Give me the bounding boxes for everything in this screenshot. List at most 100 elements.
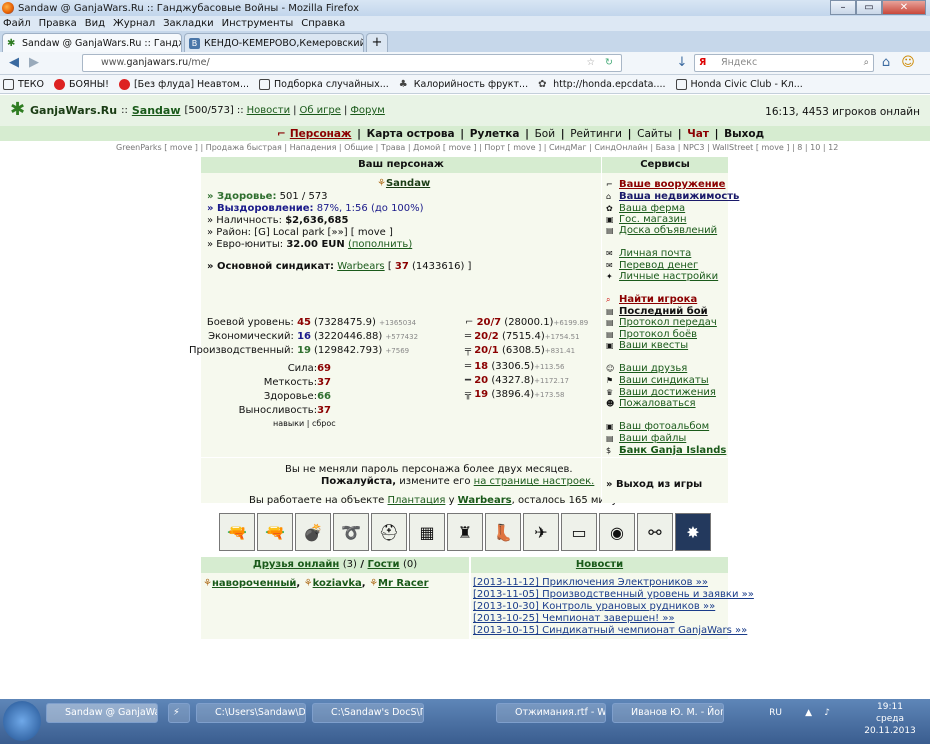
service-files[interactable]: ▤ Ваши файлы xyxy=(606,433,686,444)
address-bar[interactable]: www.ganjawars.ru/me/ ☆ ↻ xyxy=(82,54,622,72)
service-shop[interactable]: ▣ Гос. магазин xyxy=(606,214,686,225)
phone-icon[interactable]: ▭ xyxy=(561,513,597,551)
clock[interactable]: 19:11 среда 20.11.2013 xyxy=(860,701,920,737)
network-icon[interactable]: ▲ xyxy=(805,707,812,719)
taskbar-firefox[interactable]: Sandaw @ GanjaWar... xyxy=(46,703,158,723)
service-report[interactable]: ☻ Пожаловаться xyxy=(606,398,696,409)
friends-online-link[interactable]: Друзья онлайн xyxy=(253,559,339,570)
taskbar-explorer-2[interactable]: C:\Sandaw's DocS\Г... xyxy=(312,703,424,723)
bookmark-item[interactable]: ✿ http://honda.epcdata.... xyxy=(538,79,665,90)
bookmark-item[interactable]: Honda Civic Club - Кл... xyxy=(675,78,803,90)
tab-kendo[interactable]: B КЕНДО-КЕМЕРОВО,Кемеровский к... ✕ xyxy=(184,33,364,52)
search-input[interactable]: Я Яндекс ⌕ xyxy=(694,54,874,72)
user-link[interactable]: Sandaw xyxy=(132,104,181,117)
menu-ratings[interactable]: Рейтинги xyxy=(570,128,622,140)
menu-exit[interactable]: Выход xyxy=(724,128,764,140)
gun-icon[interactable]: 🔫 xyxy=(257,513,293,551)
service-last-battle[interactable]: ▤ Последний бой xyxy=(606,306,708,317)
menu-map[interactable]: Карта острова xyxy=(367,128,455,140)
service-weapons[interactable]: ⌐ Ваше вооружение xyxy=(606,179,725,190)
service-quests[interactable]: ▣ Ваши квесты xyxy=(606,340,688,351)
suit-icon[interactable]: ♜ xyxy=(447,513,483,551)
rifle-icon[interactable]: 🔫 xyxy=(219,513,255,551)
news-item[interactable]: [2013-10-15] Синдикатный чемпионат Ganja… xyxy=(473,625,747,636)
quick-links[interactable]: GreenParks [ move ] | Продажа быстрая | … xyxy=(116,143,838,152)
service-realty[interactable]: ⌂ Ваша недвижимость xyxy=(606,191,739,202)
grenade-icon[interactable]: 💣 xyxy=(295,513,331,551)
forward-button[interactable]: ▶ xyxy=(24,53,44,73)
work-object-link[interactable]: Плантация xyxy=(388,495,446,506)
volume-icon[interactable]: ♪ xyxy=(824,707,830,719)
menu-help[interactable]: Справка xyxy=(301,18,345,29)
service-settings[interactable]: ✦ Личные настройки xyxy=(606,271,718,282)
character-name[interactable]: Sandaw xyxy=(386,178,430,189)
bookmark-item[interactable]: ♣ Калорийность фрукт... xyxy=(399,79,528,90)
taskbar-explorer-1[interactable]: C:\Users\Sandaw\De... xyxy=(196,703,306,723)
helmet-icon[interactable]: ⛑ xyxy=(371,513,407,551)
armor-vest-icon[interactable]: ▦ xyxy=(409,513,445,551)
close-button[interactable]: ✕ xyxy=(882,0,926,15)
service-bank[interactable]: $ Банк Ganja Islands xyxy=(606,445,726,456)
bookmark-item[interactable]: [Без флуда] Неавтом... xyxy=(118,78,249,90)
service-transfers-log[interactable]: ▤ Протокол передач xyxy=(606,317,717,328)
service-photos[interactable]: ▣ Ваш фотоальбом xyxy=(606,421,709,432)
friend-link[interactable]: Mr Racer xyxy=(378,578,428,589)
menu-battle[interactable]: Бой xyxy=(535,128,555,140)
about-link[interactable]: Об игре xyxy=(299,105,340,116)
menu-roulette[interactable]: Рулетка xyxy=(470,128,520,140)
menu-chat[interactable]: Чат xyxy=(687,128,709,140)
minimize-button[interactable]: – xyxy=(830,0,856,15)
menu-view[interactable]: Вид xyxy=(85,18,105,29)
tab-ganjawars[interactable]: ✱ Sandaw @ GanjaWars.Ru :: Ганджуба... ✕ xyxy=(2,33,182,52)
skills-links[interactable]: навыки | сброс xyxy=(273,419,336,428)
menu-sites[interactable]: Сайты xyxy=(637,128,672,140)
service-friends[interactable]: ☺ Ваши друзья xyxy=(606,363,687,374)
bookmark-item[interactable]: ТЕКО xyxy=(3,78,44,90)
work-syndicate-link[interactable]: Warbears xyxy=(458,495,512,506)
menu-tools[interactable]: Инструменты xyxy=(222,18,294,29)
topup-link[interactable]: (пополнить) xyxy=(348,239,412,250)
bookmark-item[interactable]: БОЯНЫ! xyxy=(54,78,109,90)
language-indicator[interactable]: RU xyxy=(769,707,782,719)
disk-icon[interactable]: ◉ xyxy=(599,513,635,551)
new-tab-button[interactable]: + xyxy=(366,33,388,52)
menu-bookmarks[interactable]: Закладки xyxy=(163,18,214,29)
search-icon[interactable]: ⌕ xyxy=(864,55,869,71)
reload-icon[interactable]: ↻ xyxy=(605,55,613,71)
binoculars-icon[interactable]: ⚯ xyxy=(637,513,673,551)
news-item[interactable]: [2013-10-25] Чемпионат завершен! »» xyxy=(473,613,675,624)
settings-link[interactable]: на странице настроек. xyxy=(474,476,595,487)
back-button[interactable]: ◀ xyxy=(4,53,24,73)
friend-link[interactable]: koziavka xyxy=(313,578,362,589)
helicopter-icon[interactable]: ✈ xyxy=(523,513,559,551)
news-item[interactable]: [2013-11-12] Приключения Электроников »» xyxy=(473,577,708,588)
site-logo[interactable]: GanjaWars.Ru xyxy=(30,104,117,117)
news-item[interactable]: [2013-11-05] Производственный уровень и … xyxy=(473,589,754,600)
service-achievements[interactable]: ♛ Ваши достижения xyxy=(606,387,716,398)
service-farm[interactable]: ✿ Ваша ферма xyxy=(606,203,685,214)
service-syndicates[interactable]: ⚑ Ваши синдикаты xyxy=(606,375,709,386)
service-find-player[interactable]: ⌕ Найти игрока xyxy=(606,294,697,305)
forum-link[interactable]: Форум xyxy=(350,105,385,116)
service-transfer[interactable]: ✉ Перевод денег xyxy=(606,260,698,271)
friend-link[interactable]: навороченный xyxy=(212,578,296,589)
news-header-link[interactable]: Новости xyxy=(576,559,623,570)
menu-edit[interactable]: Правка xyxy=(39,18,77,29)
taskbar-quicklaunch[interactable]: ⚡ xyxy=(168,703,190,723)
boots-icon[interactable]: 👢 xyxy=(485,513,521,551)
taskbar-word[interactable]: Отжимания.rtf - Wo... xyxy=(496,703,606,723)
home-icon[interactable]: ⌂ xyxy=(876,53,896,73)
district-value[interactable]: [G] Local park [»»] [ move ] xyxy=(254,227,393,238)
star-icon[interactable]: ☆ xyxy=(586,55,595,71)
menu-file[interactable]: Файл xyxy=(3,18,31,29)
service-mail[interactable]: ✉ Личная почта xyxy=(606,248,691,259)
news-item[interactable]: [2013-10-30] Контроль урановых рудников … xyxy=(473,601,715,612)
taskbar-word-2[interactable]: Иванов Ю. М. - Йог... xyxy=(612,703,724,723)
news-link[interactable]: Новости xyxy=(247,105,290,116)
guests-link[interactable]: Гости xyxy=(368,559,400,570)
syndicate-link[interactable]: Warbears xyxy=(337,261,384,272)
menu-character[interactable]: Персонаж xyxy=(290,128,352,140)
belt-icon[interactable]: ➰ xyxy=(333,513,369,551)
service-battles-log[interactable]: ▤ Протокол боёв xyxy=(606,329,697,340)
start-button[interactable] xyxy=(3,701,41,741)
